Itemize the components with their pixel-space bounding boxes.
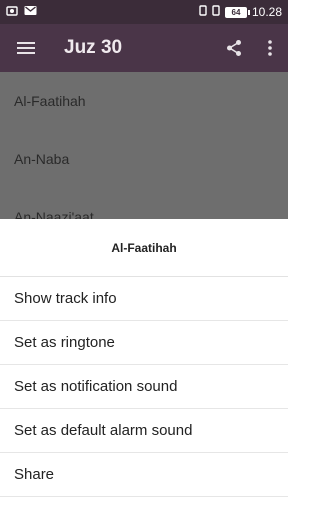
battery-icon: 64: [224, 6, 250, 18]
surah-list: Al-Faatihah An-Naba An-Naazi'aat: [0, 72, 288, 222]
app-toolbar: Juz 30: [0, 24, 288, 72]
set-ringtone-option[interactable]: Set as ringtone: [0, 321, 288, 365]
page-title: Juz 30: [64, 37, 123, 58]
sheet-title: Al-Faatihah: [0, 219, 288, 277]
set-alarm-sound-option[interactable]: Set as default alarm sound: [0, 409, 288, 453]
show-track-info-option[interactable]: Show track info: [0, 277, 288, 321]
bottom-sheet: Al-Faatihah Show track info Set as ringt…: [0, 219, 288, 512]
share-icon[interactable]: [216, 24, 252, 72]
screenshot-icon: [6, 5, 18, 19]
list-item[interactable]: Al-Faatihah: [0, 72, 288, 130]
menu-icon[interactable]: [0, 24, 52, 72]
list-item[interactable]: An-Naazi'aat: [0, 188, 288, 222]
status-bar: 64 10.28: [0, 0, 288, 24]
list-item[interactable]: An-Naba: [0, 130, 288, 188]
sim-icon: [212, 5, 220, 19]
set-notification-sound-option[interactable]: Set as notification sound: [0, 365, 288, 409]
share-option[interactable]: Share: [0, 453, 288, 497]
gmail-icon: [24, 5, 37, 19]
vibrate-icon: [199, 5, 207, 19]
more-vert-icon[interactable]: [252, 24, 288, 72]
status-time: 10.28: [251, 5, 282, 19]
